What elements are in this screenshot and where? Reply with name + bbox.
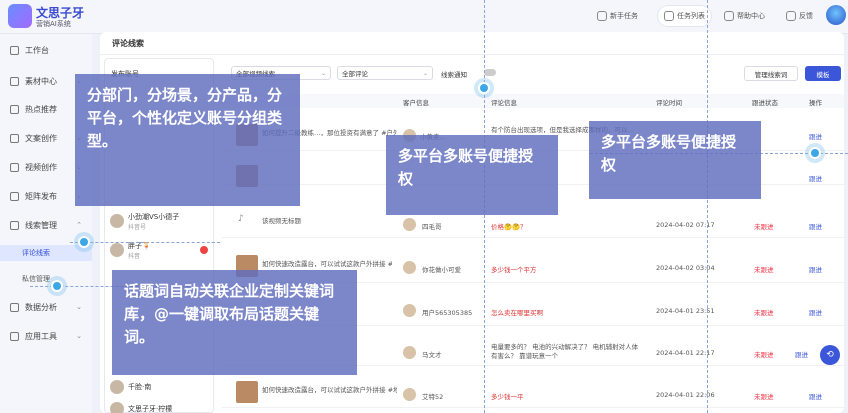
follow-up-link[interactable]: 跟进 xyxy=(809,221,822,231)
avatar xyxy=(110,380,124,394)
avatar xyxy=(403,346,416,359)
page-title: 评论线索 xyxy=(112,39,144,48)
hotspot-marker[interactable] xyxy=(805,143,825,163)
hotspot-marker[interactable] xyxy=(74,232,94,252)
status-badge: 未跟进 xyxy=(754,309,774,317)
feature-callout-grouping: 分部门，分场景，分产品，分平台，个性化定义账号分组类型。 xyxy=(75,74,300,206)
follow-up-link[interactable]: 跟进 xyxy=(809,173,822,183)
account-item[interactable]: 千脸·南 xyxy=(110,376,210,398)
chart-icon xyxy=(10,302,19,312)
status-badge: 未跟进 xyxy=(754,223,774,231)
chevron-down-icon: ⌄ xyxy=(320,69,326,77)
feature-callout-auth-middle: 多平台多账号便捷授权 xyxy=(386,135,558,215)
folder-icon xyxy=(10,76,19,86)
follow-up-link[interactable]: 跟进 xyxy=(809,391,822,401)
tool-icon xyxy=(10,331,19,341)
brand-subtitle: 营销AI系统 xyxy=(36,20,71,28)
sidebar-sub-dm[interactable]: 私信管理 xyxy=(0,271,92,287)
list-icon xyxy=(664,11,674,21)
follow-up-link[interactable]: 跟进 xyxy=(809,307,822,317)
avatar xyxy=(403,388,416,401)
top-bar: 文思子牙 营销AI系统 新手任务 任务列表 帮助中心 反馈 xyxy=(0,0,848,34)
feedback-icon xyxy=(786,11,796,21)
sidebar-item-workbench[interactable]: 工作台 xyxy=(0,41,92,59)
chevron-up-icon: ⌃ xyxy=(76,221,82,229)
video-thumbnail xyxy=(236,381,258,403)
sidebar-item-analytics[interactable]: 数据分析 ⌄ xyxy=(0,298,92,316)
avatar xyxy=(403,261,416,274)
avatar xyxy=(403,304,416,317)
list-icon xyxy=(10,220,19,230)
notify-toggle[interactable] xyxy=(484,69,496,76)
follow-up-link[interactable]: 跟进 xyxy=(795,349,808,359)
brand-logo xyxy=(8,4,32,28)
user-avatar[interactable] xyxy=(826,5,846,25)
hotspot-marker[interactable] xyxy=(474,78,494,98)
feature-callout-keywords: 话题词自动关联企业定制关键词库，@一键调取布局话题关键词。 xyxy=(112,270,357,375)
account-item[interactable]: 小劲潮VS小德子 抖音号 xyxy=(110,210,210,232)
manage-keywords-button[interactable]: 管理线索词 xyxy=(744,66,798,81)
table-header xyxy=(222,94,844,108)
newbie-task-button[interactable]: 新手任务 xyxy=(597,6,638,26)
home-icon xyxy=(10,45,19,55)
task-list-button[interactable]: 任务列表 xyxy=(658,6,711,26)
chevron-down-icon: ⌄ xyxy=(422,69,428,77)
help-center-button[interactable]: 帮助中心 xyxy=(724,6,765,26)
col-status: 跟进状态 xyxy=(752,99,778,107)
follow-up-link[interactable]: 跟进 xyxy=(809,131,822,141)
feedback-button[interactable]: 反馈 xyxy=(786,6,813,26)
feature-callout-auth-right: 多平台多账号便捷授权 xyxy=(589,121,761,199)
avatar xyxy=(110,214,124,228)
avatar xyxy=(110,402,124,413)
col-action: 操作 xyxy=(809,99,822,107)
pen-icon xyxy=(10,133,19,143)
chevron-down-icon: ⌄ xyxy=(76,332,82,340)
col-time: 评论时间 xyxy=(656,99,682,107)
status-badge: 未跟进 xyxy=(754,393,774,401)
sidebar-item-tools[interactable]: 应用工具 ⌄ xyxy=(0,327,92,345)
notify-label: 线索通知 xyxy=(441,71,467,79)
account-item[interactable]: 文思子牙·柠檬 xyxy=(110,398,210,413)
avatar xyxy=(403,218,416,231)
chat-float-button[interactable]: ⟲ xyxy=(820,345,840,365)
send-icon xyxy=(10,191,19,201)
task-icon xyxy=(597,11,607,21)
video-icon xyxy=(10,162,19,172)
hotspot-marker[interactable] xyxy=(47,276,67,296)
guide-line xyxy=(707,0,708,413)
sidebar-item-leads[interactable]: 线索管理 ⌃ xyxy=(0,216,92,234)
help-icon xyxy=(724,11,734,21)
template-button[interactable]: 模板 xyxy=(805,66,841,81)
comment-filter-select[interactable]: 全部评论 ⌄ xyxy=(337,66,433,80)
divider xyxy=(100,54,844,55)
unread-badge xyxy=(200,246,208,254)
chevron-down-icon: ⌄ xyxy=(76,303,82,311)
avatar xyxy=(110,243,124,257)
follow-up-link[interactable]: 跟进 xyxy=(809,264,822,274)
status-badge: 未跟进 xyxy=(754,351,774,359)
status-badge: 未跟进 xyxy=(754,266,774,274)
col-comment: 评论信息 xyxy=(491,99,517,107)
fire-icon xyxy=(10,104,19,114)
col-customer: 客户信息 xyxy=(403,99,429,107)
tiktok-icon: ♪ xyxy=(238,214,244,224)
